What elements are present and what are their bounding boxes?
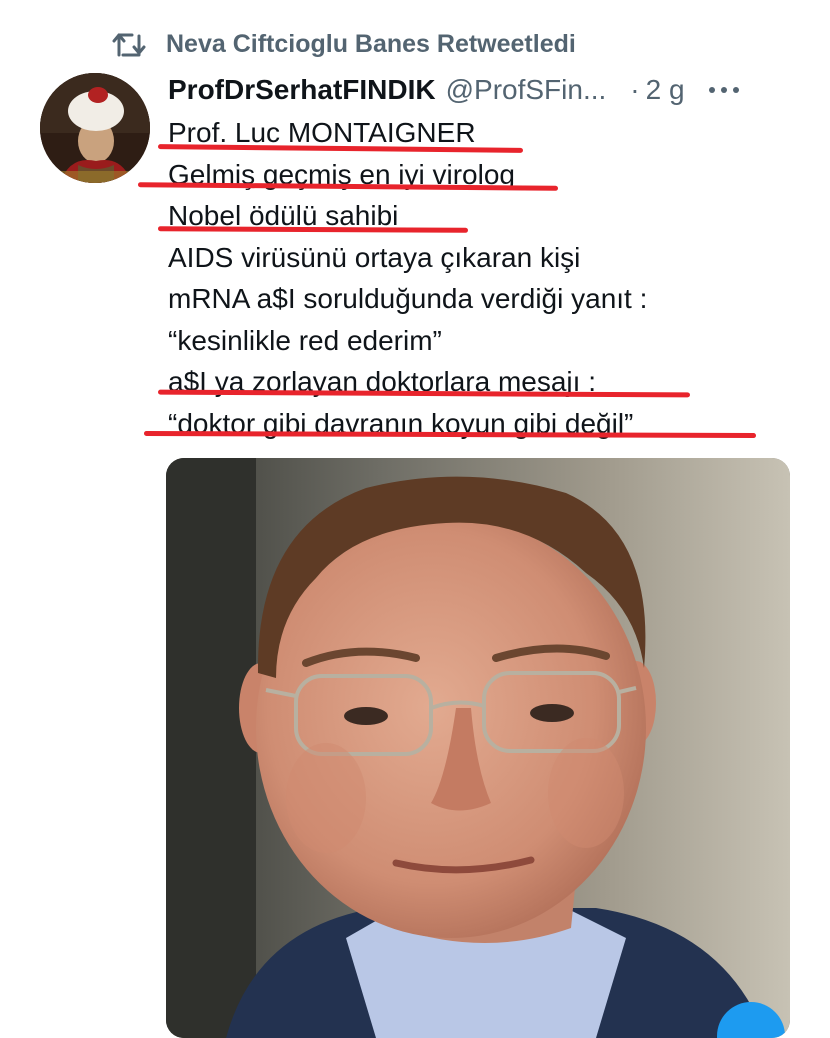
tweet-header: ProfDrSerhatFINDIK @ProfSFin... · 2 g bbox=[168, 70, 808, 110]
timestamp[interactable]: 2 g bbox=[646, 74, 685, 106]
retweet-context[interactable]: Neva Ciftcioglu Banes Retweetledi bbox=[112, 26, 576, 62]
tweet-line: “kesinlikle red ederim” bbox=[168, 324, 442, 356]
retweet-label: Neva Ciftcioglu Banes Retweetledi bbox=[166, 29, 576, 58]
user-handle[interactable]: @ProfSFin... bbox=[446, 74, 607, 106]
more-horizontal-icon[interactable] bbox=[708, 87, 739, 93]
tweet-line: mRNA a$I sorulduğunda verdiği yanıt : bbox=[168, 283, 648, 314]
display-name[interactable]: ProfDrSerhatFINDIK bbox=[168, 74, 436, 106]
avatar[interactable] bbox=[40, 73, 150, 183]
separator-dot: · bbox=[630, 74, 640, 105]
tweet-photo[interactable] bbox=[166, 458, 790, 1038]
retweet-icon bbox=[112, 31, 146, 57]
tweet-line: AIDS virüsünü ortaya çıkaran kişi bbox=[168, 241, 581, 273]
